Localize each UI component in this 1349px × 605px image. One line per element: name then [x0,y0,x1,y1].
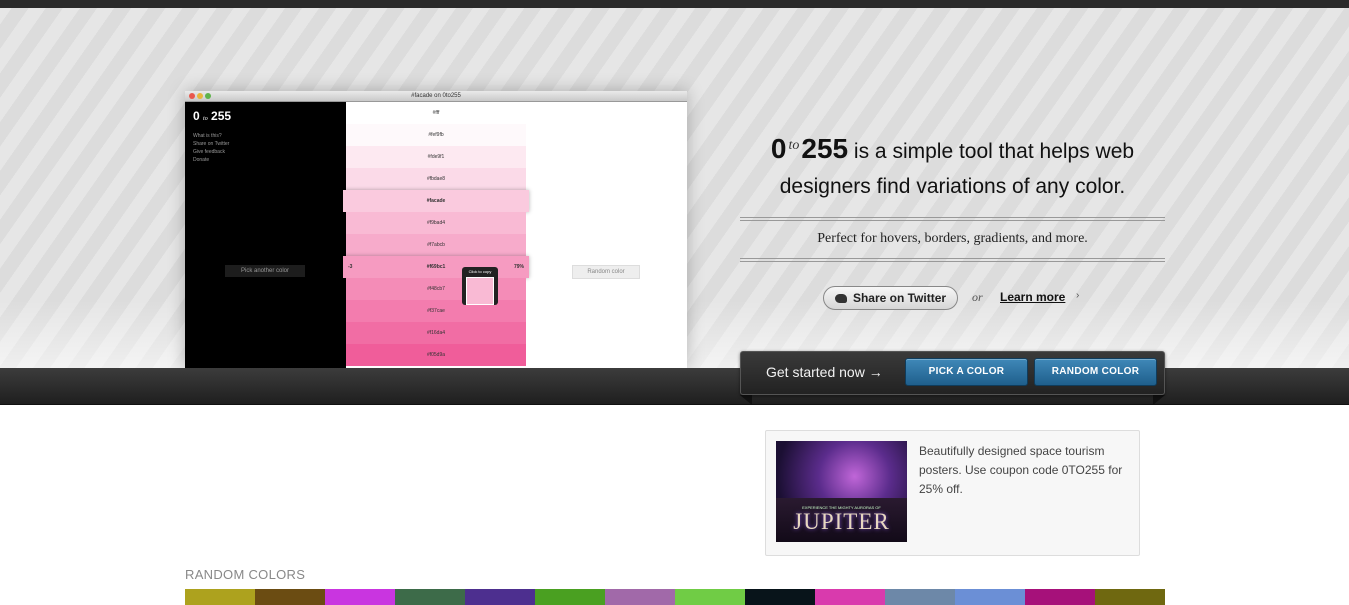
click-to-copy-popup: Click to copy [462,267,498,305]
copy-label: Click to copy [468,269,492,274]
minimize-dot-icon [197,93,203,99]
random-color-swatch[interactable] [1025,589,1095,605]
random-color-swatch[interactable] [745,589,815,605]
learn-more-link[interactable]: Learn more [1000,290,1065,304]
swatch-row: #fef9fb [346,124,526,146]
ad-image-title: JUPITER [793,509,890,534]
swatch-hex: #fef9fb [428,132,444,138]
pick-a-color-button[interactable]: PICK A COLOR [905,358,1028,386]
window-menu-item: Give feedback [193,149,225,155]
window-titlebar: #facade on 0to255 [185,91,687,102]
random-color-swatch[interactable] [395,589,465,605]
window-pick-color: Pick another color [225,265,305,277]
get-started-text: Get started now → [766,364,883,380]
cta-fold-left [740,395,752,405]
swatch-step: -3 [348,264,353,270]
swatch-hex: #fbdae8 [426,176,446,182]
swatch-row: #facade [343,190,529,212]
copy-swatch [466,277,494,305]
window-random-color: Random color [572,265,640,279]
swatch-hex: #f37cae [427,308,445,314]
divider-bottom [740,258,1165,262]
random-color-swatch[interactable] [465,589,535,605]
swatch-row: -3 #f69bc1 79% [343,256,529,278]
swatch-hex: #f16da4 [426,330,446,336]
swatch-hex: #fde9f1 [427,154,445,160]
share-twitter-label: Share on Twitter [852,291,947,305]
swatch-hex: #f05d9a [426,352,446,358]
app-screenshot: #facade on 0to255 0 to 255 What is this?… [185,91,687,368]
swatch-row: #f05d9a [346,344,526,366]
random-color-swatch[interactable] [885,589,955,605]
swatch-hex: #f48cb7 [427,286,445,292]
swatch-row: #fde9f1 [346,146,526,168]
window-title: #facade on 0to255 [411,93,461,99]
window-sidebar: 0 to 255 What is this? Share on Twitter … [185,102,346,368]
random-color-swatch[interactable] [955,589,1025,605]
swatch-lightness: 79% [513,264,524,270]
random-colors-label: RANDOM COLORS [185,567,306,582]
swatch-row: #f48cb7 [346,278,526,300]
top-bar [0,0,1349,8]
swatch-hex: #f9bad4 [426,220,446,226]
ad-image[interactable]: EXPERIENCE THE MIGHTY AURORAS OF JUPITER [776,441,907,542]
twitter-bird-icon [834,293,847,303]
swatch-row: #fff [346,102,526,124]
headline: 0 to255 is a simple tool that helps web d… [770,133,1135,198]
divider-top [740,217,1165,221]
swatch-row: #fbdae8 [346,168,526,190]
swatch-hex: #facade [426,198,446,204]
random-color-swatch[interactable] [535,589,605,605]
swatch-row: #f16da4 [346,322,526,344]
random-color-swatch[interactable] [815,589,885,605]
chevron-right-icon: › [1076,290,1080,301]
random-color-swatch[interactable] [605,589,675,605]
random-color-swatch[interactable] [675,589,745,605]
zoom-dot-icon [205,93,211,99]
window-controls [189,93,211,99]
ad-text[interactable]: Beautifully designed space tourism poste… [919,442,1129,499]
window-menu-item: Share on Twitter [193,141,230,147]
swatch-hex: #f69bc1 [426,264,446,270]
window-swatch-list: #fff #fef9fb #fde9f1 #fbdae8 #facade #f9bad4 #… [343,102,529,366]
swatch-hex: #fff [432,110,440,116]
ad-box: EXPERIENCE THE MIGHTY AURORAS OF JUPITER… [765,430,1140,556]
close-dot-icon [189,93,195,99]
swatch-row: #f7abcb [346,234,526,256]
window-menu-item: Donate [193,157,210,163]
random-color-swatch[interactable] [185,589,255,605]
random-color-swatch[interactable] [1095,589,1165,605]
random-color-swatch[interactable] [325,589,395,605]
cta-fold-right [1153,395,1165,405]
window-menu: What is this? Share on Twitter Give feed… [193,132,229,164]
share-twitter-button[interactable]: Share on Twitter [823,286,958,310]
random-color-swatch[interactable] [255,589,325,605]
swatch-row: #f9bad4 [346,212,526,234]
swatch-row: #f37cae [346,300,526,322]
tagline: Perfect for hovers, borders, gradients, … [817,231,1088,246]
or-text: or [972,290,983,304]
window-logo: 0 to 255 [193,109,232,123]
swatch-hex: #f7abcb [427,242,445,248]
window-menu-item: What is this? [193,133,222,139]
random-color-button[interactable]: RANDOM COLOR [1034,358,1157,386]
random-colors-strip [185,589,1165,605]
